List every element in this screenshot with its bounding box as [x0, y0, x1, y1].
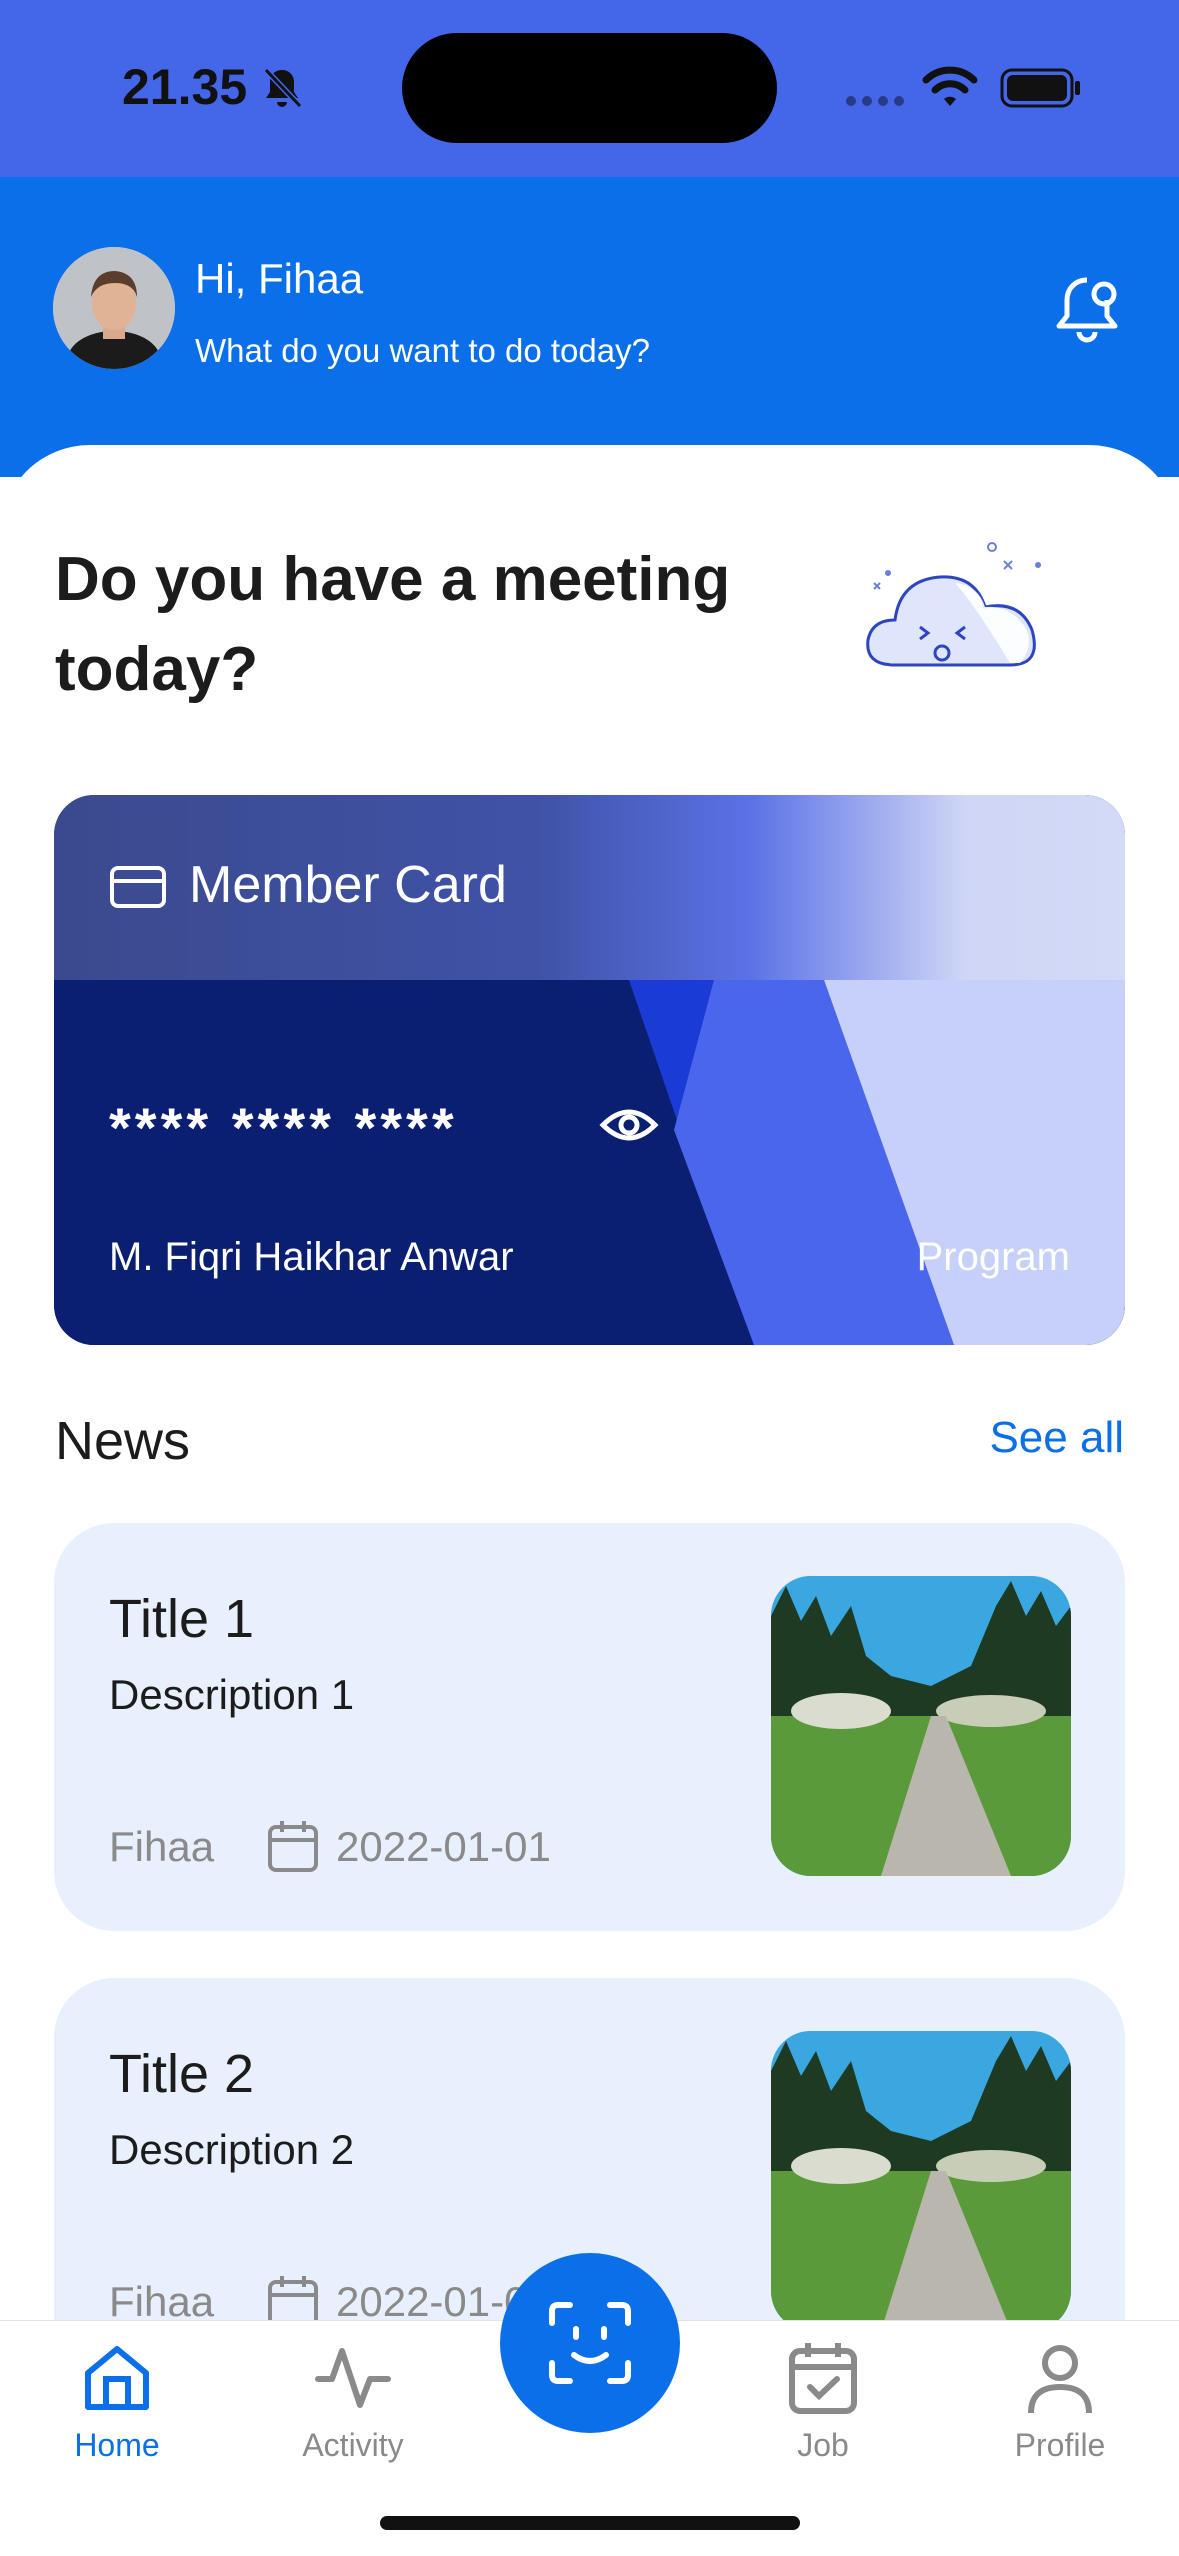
news-author: Fihaa [109, 1823, 215, 1870]
wifi-icon [922, 66, 978, 106]
member-card-header: Member Card [54, 795, 1125, 980]
news-description: Description 2 [109, 2126, 355, 2173]
cellular-signal-icon [846, 96, 904, 106]
nav-item-job[interactable]: Job [723, 2321, 923, 2481]
news-date: 2022-01-01 [336, 1823, 551, 1870]
nav-label-profile: Profile [1014, 2427, 1106, 2463]
news-description: Description 1 [109, 1671, 355, 1718]
header: Hi, Fihaa What do you want to do today? [0, 177, 1179, 477]
nav-label-home: Home [74, 2427, 160, 2463]
main-panel: Do you have a meeting today? Member Card… [0, 445, 1179, 2556]
news-card[interactable]: Title 1 Description 1 Fihaa 2022-01-01 [54, 1523, 1125, 1931]
nav-item-activity[interactable]: Activity [253, 2321, 453, 2481]
news-image [771, 2031, 1071, 2331]
bell-icon[interactable] [1052, 272, 1122, 346]
avatar-image [53, 247, 175, 369]
meeting-title: Do you have a meeting today? [55, 545, 731, 704]
calendar-check-icon [789, 2343, 857, 2414]
card-holder-name: M. Fiqri Haikhar Anwar [109, 1235, 514, 1279]
face-scan-icon [549, 2302, 631, 2384]
see-all-link[interactable]: See all [989, 1413, 1124, 1463]
status-bar: 21.35 [0, 0, 1179, 177]
news-author: Fihaa [109, 2278, 215, 2325]
eye-icon[interactable] [599, 1095, 659, 1155]
news-title: Title 1 [109, 1589, 255, 1649]
face-scan-button[interactable] [500, 2253, 680, 2433]
battery-icon [1000, 68, 1080, 108]
calendar-icon [268, 1821, 318, 1872]
status-time: 21.35 [122, 59, 248, 115]
subgreeting-text: What do you want to do today? [195, 332, 650, 369]
member-card-label: Member Card [189, 856, 507, 914]
bell-off-icon [263, 67, 303, 109]
card-program: Program [916, 1235, 1070, 1279]
greeting-text: Hi, Fihaa [195, 255, 364, 302]
nav-item-home[interactable]: Home [17, 2321, 217, 2481]
nav-label-job: Job [797, 2427, 849, 2463]
news-title: Title 2 [109, 2044, 255, 2104]
member-card[interactable]: Member Card **** **** **** M. Fiqri Haik… [54, 795, 1125, 1345]
card-number: **** **** **** [109, 1096, 458, 1159]
home-indicator [380, 2516, 800, 2530]
user-icon [1028, 2345, 1092, 2414]
nav-label-activity: Activity [302, 2427, 404, 2463]
avatar[interactable] [53, 247, 175, 369]
dynamic-island [402, 33, 777, 143]
cloud-illustration [866, 542, 1041, 667]
member-card-pattern [54, 980, 1125, 1345]
nav-item-profile[interactable]: Profile [960, 2321, 1160, 2481]
news-image [771, 1576, 1071, 1876]
activity-icon [315, 2348, 391, 2408]
credit-card-icon [110, 866, 166, 908]
news-heading: News [55, 1411, 191, 1471]
home-icon [85, 2346, 149, 2410]
